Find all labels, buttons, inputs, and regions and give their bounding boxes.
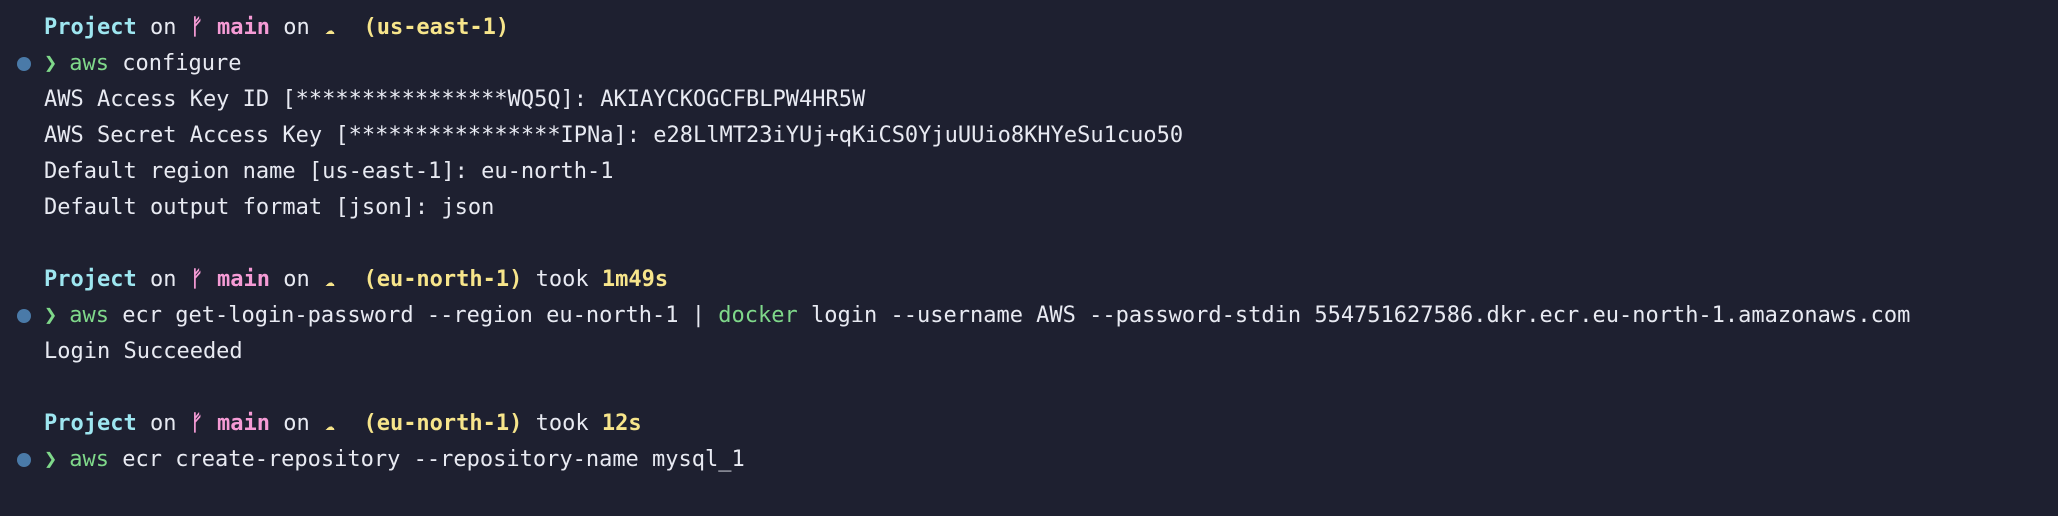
output-line: AWS Secret Access Key [****************I… <box>44 123 1184 148</box>
took-text: took <box>535 267 589 292</box>
took-text: took <box>535 411 589 436</box>
project-name: Project <box>44 411 137 436</box>
prompt-line: Project on ᚠ main on ☁ (us-east-1) <box>0 10 2058 46</box>
aws-region: (eu-north-1) <box>363 411 523 436</box>
output-line: Login Succeeded <box>44 339 243 364</box>
output-line: Default output format [json]: json <box>44 195 495 220</box>
command-args: ecr create-repository --repository-name … <box>109 447 745 472</box>
command-line[interactable]: ❯ aws ecr get-login-password --region eu-… <box>0 298 2058 334</box>
command-duration: 12s <box>601 411 642 436</box>
command-duration: 1m49s <box>601 267 669 292</box>
aws-region: (eu-north-1) <box>363 267 523 292</box>
prompt-on-text: on <box>283 15 310 40</box>
prompt-on-text: on <box>149 15 177 40</box>
branch-name: main <box>216 267 270 292</box>
prompt-on-text: on <box>149 267 177 292</box>
prompt-on-text: on <box>149 411 177 436</box>
cloud-icon: ☁ <box>325 19 335 38</box>
status-dot-icon <box>17 453 31 467</box>
branch-name: main <box>216 411 270 436</box>
git-branch-icon: ᚠ <box>190 15 204 40</box>
prompt-arrow-icon: ❯ <box>44 447 58 472</box>
branch-name: main <box>216 15 270 40</box>
project-name: Project <box>44 15 137 40</box>
command-args: ecr get-login-password --region eu-north… <box>109 303 719 328</box>
prompt-on-text: on <box>283 411 310 436</box>
command-line[interactable]: ❯ aws ecr create-repository --repository-… <box>0 442 2058 478</box>
prompt-line: Project on ᚠ main on ☁ (eu-north-1) took… <box>0 262 2058 298</box>
command-args-docker: login --username AWS --password-stdin 55… <box>797 303 1911 328</box>
prompt-on-text: on <box>283 267 310 292</box>
git-branch-icon: ᚠ <box>190 411 204 436</box>
command-line[interactable]: ❯ aws configure <box>0 46 2058 82</box>
output-line: AWS Access Key ID [****************WQ5Q]… <box>44 87 866 112</box>
prompt-arrow-icon: ❯ <box>44 303 58 328</box>
command-tool: aws <box>69 447 109 472</box>
command-args: configure <box>109 51 242 76</box>
command-tool: aws <box>69 303 109 328</box>
prompt-line: Project on ᚠ main on ☁ (eu-north-1) took… <box>0 406 2058 442</box>
command-tool: aws <box>69 51 109 76</box>
status-dot-icon <box>17 57 31 71</box>
prompt-arrow-icon: ❯ <box>44 51 58 76</box>
command-tool-docker: docker <box>718 303 798 328</box>
cloud-icon: ☁ <box>325 415 335 434</box>
cloud-icon: ☁ <box>325 271 335 290</box>
aws-region: (us-east-1) <box>363 15 510 40</box>
git-branch-icon: ᚠ <box>190 267 204 292</box>
status-dot-icon <box>17 309 31 323</box>
output-line: Default region name [us-east-1]: eu-nort… <box>44 159 614 184</box>
terminal-window[interactable]: Project on ᚠ main on ☁ (us-east-1) ❯ aws … <box>0 0 2058 516</box>
project-name: Project <box>44 267 137 292</box>
